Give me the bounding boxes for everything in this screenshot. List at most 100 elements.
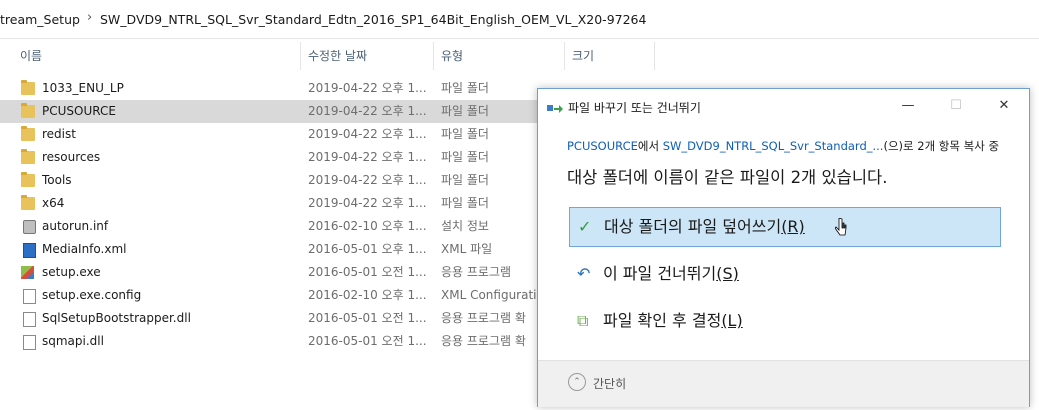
folder-icon: [21, 195, 35, 210]
column-header-date[interactable]: 수정한 날짜: [308, 42, 367, 70]
copy-source-line: PCUSOURCE에서 SW_DVD9_NTRL_SQL_Svr_Standar…: [567, 138, 999, 154]
file-type: 파일 폴더: [441, 173, 489, 187]
column-divider[interactable]: [564, 42, 565, 70]
file-date: 2019-04-22 오후 1...: [308, 150, 427, 164]
checkmark-icon: ✓: [578, 217, 592, 236]
file-date: 2019-04-22 오후 1...: [308, 173, 427, 187]
file-date: 2016-02-10 오후 1...: [308, 219, 427, 233]
file-date: 2016-05-01 오후 1...: [308, 242, 427, 256]
file-name: MediaInfo.xml: [42, 242, 127, 256]
file-row[interactable]: sqmapi.dll 2016-05-01 오전 1... 응용 프로그램 확: [0, 330, 560, 353]
file-type: 파일 폴더: [441, 81, 489, 95]
option-label: 대상 폴더의 파일 덮어쓰기: [604, 217, 782, 236]
destination-folder-link[interactable]: SW_DVD9_NTRL_SQL_Svr_Standard_...: [663, 139, 884, 153]
option-accelerator: (S): [716, 264, 739, 283]
file-icon: [23, 312, 36, 327]
file-type: 파일 폴더: [441, 104, 489, 118]
column-divider[interactable]: [433, 42, 434, 70]
option-label: 파일 확인 후 결정: [603, 311, 722, 330]
settings-file-icon: [23, 220, 36, 234]
mouse-cursor-icon: [835, 218, 847, 236]
file-name: 1033_ENU_LP: [42, 81, 124, 95]
file-name: resources: [42, 150, 101, 164]
option-accelerator: (R): [781, 217, 805, 236]
file-type: 설치 정보: [441, 219, 489, 233]
decide-each-file-option[interactable]: ⧉ 파일 확인 후 결정(L): [569, 302, 999, 340]
folder-icon: [21, 103, 35, 118]
folder-icon: [21, 80, 35, 95]
source-folder-link[interactable]: PCUSOURCE: [567, 139, 638, 153]
minimize-button[interactable]: —: [894, 95, 922, 117]
file-row[interactable]: setup.exe.config 2016-02-10 오후 1... XML Co…: [0, 284, 560, 307]
maximize-button: ☐: [950, 98, 962, 113]
file-row[interactable]: autorun.inf 2016-02-10 오후 1... 설치 정보: [0, 215, 560, 238]
folder-icon: [21, 172, 35, 187]
file-date: 2016-05-01 오전 1...: [308, 265, 427, 279]
column-header-size[interactable]: 크기: [572, 42, 594, 70]
file-icon: [23, 289, 36, 304]
file-name: x64: [42, 196, 65, 210]
file-row[interactable]: setup.exe 2016-05-01 오전 1... 응용 프로그램: [0, 261, 560, 284]
close-button[interactable]: ✕: [990, 95, 1018, 117]
breadcrumb-parent[interactable]: tream_Setup: [0, 12, 80, 27]
file-row[interactable]: Tools 2019-04-22 오후 1... 파일 폴더: [0, 169, 560, 192]
dialog-footer: ⌃ 간단히: [538, 360, 1029, 407]
file-type: 응용 프로그램 확: [441, 334, 526, 348]
column-divider[interactable]: [300, 42, 301, 70]
skip-files-option[interactable]: ↶ 이 파일 건너뛰기(S): [569, 255, 999, 293]
file-type: XML 파일: [441, 242, 493, 256]
exe-icon: [21, 266, 34, 279]
file-date: 2016-05-01 오전 1...: [308, 334, 427, 348]
file-type: 파일 폴더: [441, 127, 489, 141]
option-label: 이 파일 건너뛰기: [603, 264, 717, 283]
option-accelerator: (L): [721, 311, 743, 330]
file-type: 파일 폴더: [441, 150, 489, 164]
file-date: 2016-02-10 오후 1...: [308, 288, 427, 302]
file-row[interactable]: PCUSOURCE 2019-04-22 오후 1... 파일 폴더: [0, 100, 560, 123]
file-type: XML Configuratio: [441, 288, 544, 302]
source-tail-text: (으)로 2개 항목 복사 중: [883, 139, 1000, 153]
fewer-details-button[interactable]: 간단히: [593, 375, 626, 392]
file-type: 파일 폴더: [441, 196, 489, 210]
source-mid-text: 에서: [637, 139, 663, 153]
file-name: SqlSetupBootstrapper.dll: [42, 311, 191, 325]
file-date: 2016-05-01 오전 1...: [308, 311, 427, 325]
file-date: 2019-04-22 오후 1...: [308, 81, 427, 95]
copy-progress-icon: [547, 105, 563, 113]
folder-icon: [21, 149, 35, 164]
file-icon: [23, 335, 36, 350]
file-name: autorun.inf: [42, 219, 109, 233]
file-name: redist: [42, 127, 76, 141]
replace-files-option[interactable]: ✓ 대상 폴더의 파일 덮어쓰기(R): [569, 207, 1001, 247]
file-row[interactable]: SqlSetupBootstrapper.dll 2016-05-01 오전 1.…: [0, 307, 560, 330]
xml-file-icon: [23, 243, 36, 258]
breadcrumb-separator-icon: ›: [87, 10, 93, 25]
file-row[interactable]: x64 2019-04-22 오후 1... 파일 폴더: [0, 192, 560, 215]
file-row[interactable]: 1033_ENU_LP 2019-04-22 오후 1... 파일 폴더: [0, 77, 560, 100]
address-bar[interactable]: tream_Setup › SW_DVD9_NTRL_SQL_Svr_Stand…: [0, 0, 1039, 39]
column-header-type[interactable]: 유형: [441, 42, 463, 70]
file-date: 2019-04-22 오후 1...: [308, 127, 427, 141]
breadcrumb-current[interactable]: SW_DVD9_NTRL_SQL_Svr_Standard_Edtn_2016_…: [100, 12, 646, 27]
file-name: sqmapi.dll: [42, 334, 104, 348]
file-type: 응용 프로그램: [441, 265, 512, 279]
file-date: 2019-04-22 오후 1...: [308, 104, 427, 118]
folder-icon: [21, 126, 35, 141]
file-row[interactable]: MediaInfo.xml 2016-05-01 오후 1... XML 파일: [0, 238, 560, 261]
file-name: Tools: [42, 173, 72, 187]
conflict-heading: 대상 폴더에 이름이 같은 파일이 2개 있습니다.: [567, 168, 888, 187]
file-type: 응용 프로그램 확: [441, 311, 526, 325]
file-row[interactable]: resources 2019-04-22 오후 1... 파일 폴더: [0, 146, 560, 169]
file-name: setup.exe.config: [42, 288, 142, 302]
dialog-title-bar[interactable]: 파일 바꾸기 또는 건너뛰기 — ☐ ✕: [538, 89, 1029, 125]
file-row[interactable]: redist 2019-04-22 오후 1... 파일 폴더: [0, 123, 560, 146]
column-header-name[interactable]: 이름: [20, 42, 42, 70]
chevron-up-icon[interactable]: ⌃: [568, 373, 586, 391]
decide-files-icon: ⧉: [577, 311, 589, 330]
replace-or-skip-dialog: 파일 바꾸기 또는 건너뛰기 — ☐ ✕ PCUSOURCE에서 SW_DVD9…: [537, 88, 1030, 407]
skip-arrow-icon: ↶: [577, 264, 591, 283]
file-name: setup.exe: [42, 265, 101, 279]
column-divider[interactable]: [654, 42, 655, 70]
dialog-title: 파일 바꾸기 또는 건너뛰기: [568, 101, 701, 115]
file-name: PCUSOURCE: [42, 104, 116, 118]
